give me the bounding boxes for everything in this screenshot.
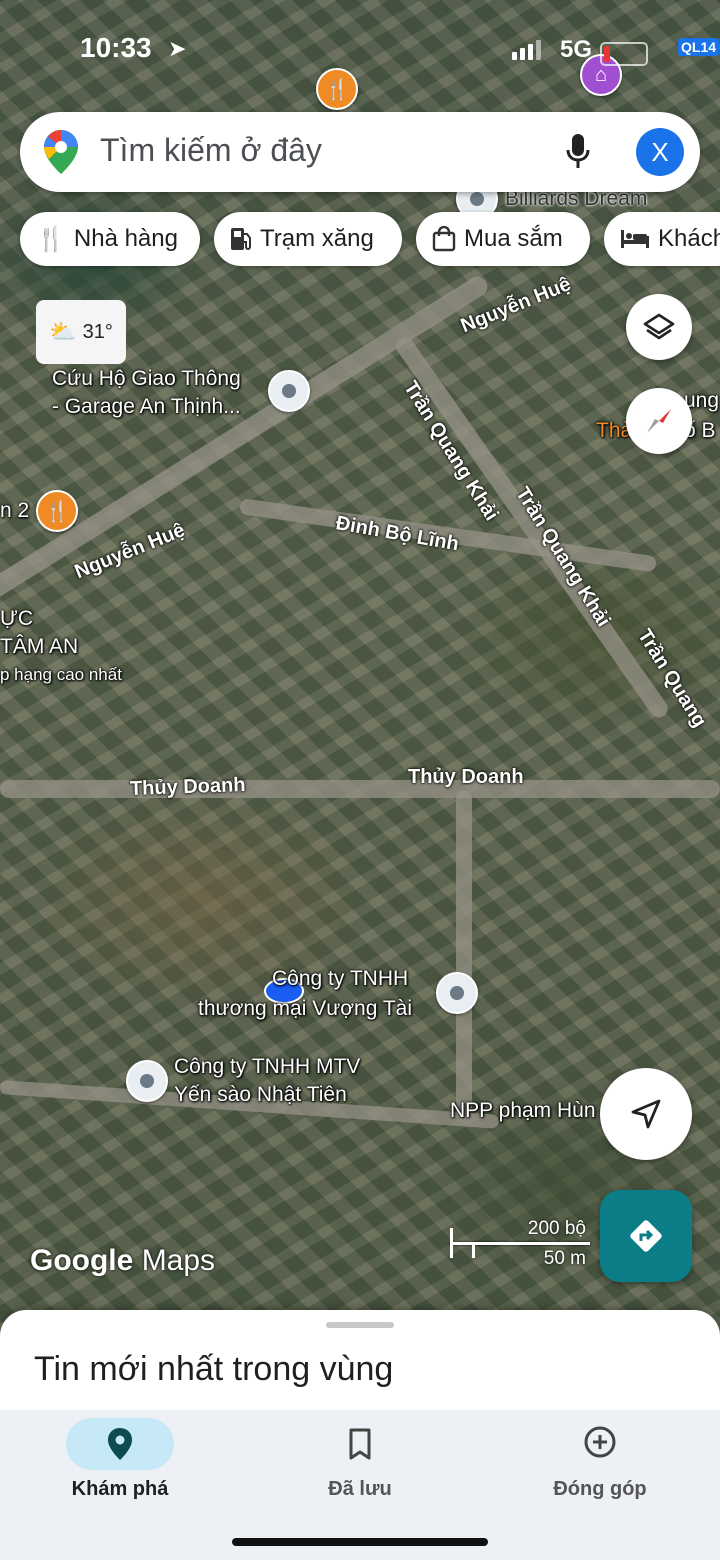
- directions-button[interactable]: [600, 1190, 692, 1282]
- place-vuong-tai-line2[interactable]: thương mại Vượng Tài: [198, 996, 412, 1022]
- sheet-handle[interactable]: [326, 1322, 394, 1328]
- location-arrow-icon: ➤: [168, 36, 187, 61]
- scale-imperial: 200 bộ: [527, 1218, 586, 1239]
- google-maps-logo: Google Maps: [30, 1244, 215, 1278]
- explore-pin-icon: [108, 1428, 132, 1460]
- my-location-button[interactable]: [600, 1068, 692, 1160]
- chip-label: Trạm xăng: [260, 225, 374, 252]
- chip-hotels[interactable]: Khách: [604, 212, 720, 266]
- nav-label: Khám phá: [71, 1478, 169, 1500]
- road-vertical: [456, 790, 472, 1120]
- place-left-edge-1[interactable]: n 2: [0, 498, 29, 524]
- restaurant-icon: 🍴: [36, 225, 66, 253]
- compass-button[interactable]: [626, 388, 692, 454]
- status-bar: 10:33 ➤ 5G QL14: [0, 28, 720, 72]
- shopping-bag-icon: [432, 226, 456, 252]
- home-indicator: [232, 1538, 488, 1546]
- compass-icon: [647, 409, 671, 433]
- scale-bar: 200 bộ 50 m: [450, 1218, 590, 1269]
- status-time: 10:33: [80, 32, 152, 63]
- logo-maps: Maps: [141, 1244, 216, 1277]
- place-pin-icon[interactable]: [126, 1060, 168, 1102]
- restaurant-pin-icon[interactable]: 🍴: [36, 490, 78, 532]
- place-npp[interactable]: NPP phạm Hùn: [450, 1098, 596, 1124]
- place-garage-line1[interactable]: Cứu Hộ Giao Thông: [52, 366, 241, 392]
- nav-contribute[interactable]: Đóng góp: [480, 1410, 720, 1520]
- scale-metric: 50 m: [543, 1248, 586, 1269]
- hotel-bed-icon: [621, 230, 649, 248]
- place-nhat-tien-line1[interactable]: Công ty TNHH MTV: [174, 1054, 360, 1080]
- chip-label: Mua sắm: [464, 225, 563, 252]
- place-pin-icon[interactable]: [436, 972, 478, 1014]
- place-garage-line2[interactable]: - Garage An Thịnh...: [52, 394, 241, 420]
- gas-station-icon: [231, 228, 251, 250]
- weather-temp: 31°: [82, 320, 113, 343]
- account-avatar[interactable]: X: [636, 128, 684, 176]
- nav-saved[interactable]: Đã lưu: [240, 1410, 480, 1520]
- road-thuy-doanh: [0, 780, 720, 798]
- navigation-arrow-icon: [631, 1099, 661, 1129]
- microphone-icon[interactable]: [566, 134, 590, 170]
- place-vuong-tai-line1[interactable]: Công ty TNHH: [272, 966, 408, 992]
- sheet-title: Tin mới nhất trong vùng: [34, 1350, 394, 1388]
- place-tam-an-line2[interactable]: TÂM AN: [0, 634, 78, 660]
- road-label-thuy-doanh: Thủy Doanh: [408, 766, 524, 788]
- nav-label: Đã lưu: [328, 1478, 392, 1500]
- signal-icon: [512, 40, 541, 60]
- place-tam-an-line3[interactable]: p hạng cao nhất: [0, 662, 122, 688]
- restaurant-pin-icon[interactable]: 🍴: [316, 68, 358, 110]
- google-maps-pin-icon: [44, 130, 78, 174]
- battery-icon: [600, 42, 648, 66]
- chip-gas-stations[interactable]: Trạm xăng: [214, 212, 402, 266]
- chip-label: Khách: [658, 225, 720, 252]
- search-bar[interactable]: Tìm kiếm ở đây X: [20, 112, 700, 192]
- layers-button[interactable]: [626, 294, 692, 360]
- layers-icon: [643, 313, 675, 340]
- place-tam-an-line1[interactable]: ỰC: [0, 606, 33, 632]
- bookmark-icon: [349, 1428, 371, 1460]
- chip-label: Nhà hàng: [73, 225, 178, 252]
- partly-cloudy-icon: ⛅: [49, 319, 77, 344]
- network-type: 5G: [560, 36, 593, 63]
- place-pin-icon[interactable]: [268, 370, 310, 412]
- directions-icon: [630, 1220, 662, 1252]
- chip-restaurants[interactable]: 🍴 Nhà hàng: [20, 212, 200, 266]
- bottom-sheet[interactable]: Tin mới nhất trong vùng: [0, 1310, 720, 1410]
- logo-google: Google: [30, 1244, 134, 1277]
- weather-widget[interactable]: ⛅ 31°: [36, 300, 126, 364]
- nav-explore[interactable]: Khám phá: [0, 1410, 240, 1520]
- chip-shopping[interactable]: Mua sắm: [416, 212, 590, 266]
- road-label-dinh-bo-linh: Đinh Bộ Lĩnh: [334, 512, 461, 556]
- place-nhat-tien-line2[interactable]: Yến sào Nhật Tiên: [174, 1082, 347, 1108]
- road-label-thuy-doanh: Thủy Doanh: [129, 773, 246, 800]
- route-badge: QL14: [678, 38, 720, 56]
- nav-label: Đóng góp: [553, 1478, 647, 1500]
- add-circle-icon: [584, 1426, 616, 1458]
- search-input[interactable]: Tìm kiếm ở đây: [100, 132, 322, 169]
